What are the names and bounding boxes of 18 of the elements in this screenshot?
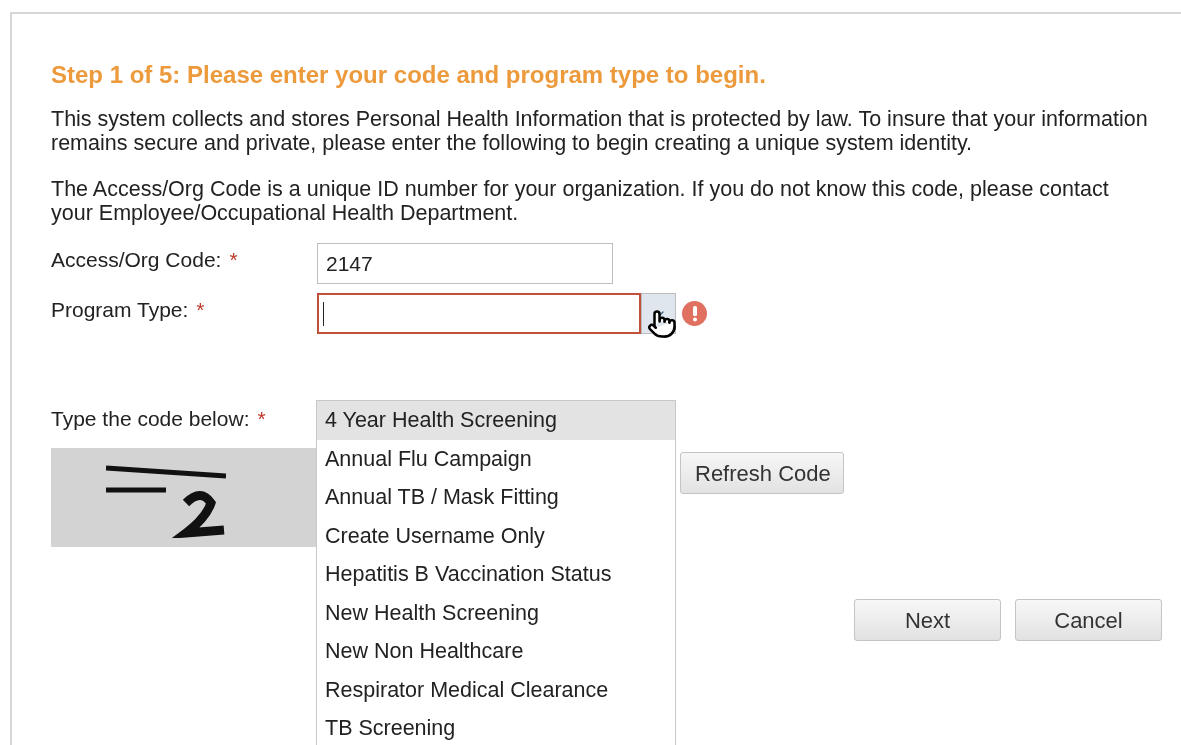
intro-paragraph: The Access/Org Code is a unique ID number for your organization. If you do not know this code, please contact your Employee/Occupational Health Department. xyxy=(51,178,1110,225)
field-label: Type the code below: xyxy=(51,406,250,433)
form-button[interactable]: Next xyxy=(854,599,1001,641)
required-mark: * xyxy=(257,406,266,433)
access-code-field[interactable]: 2147 xyxy=(317,243,613,284)
error-icon xyxy=(682,301,707,326)
text-cursor xyxy=(323,301,324,326)
required-mark: * xyxy=(196,297,205,324)
step-heading: Step 1 of 5: Please enter your code and program type to begin. xyxy=(51,62,767,88)
hand-cursor-icon xyxy=(647,309,677,339)
refresh-code-button[interactable]: Refresh Code xyxy=(680,452,844,494)
form-button[interactable]: Cancel xyxy=(1015,599,1162,641)
intro-paragraph: This system collects and stores Personal Health Information that is protected by law. To insure that your information remains secure and private, please enter the following to begin creating a unique system identity. xyxy=(51,108,1149,155)
dropdown-option[interactable]: 4 Year Health Screening xyxy=(317,401,675,440)
field-label: Program Type: xyxy=(51,297,189,324)
field-label: Access/Org Code: xyxy=(51,247,222,274)
program-type-field[interactable] xyxy=(317,293,641,334)
required-mark: * xyxy=(229,247,238,274)
